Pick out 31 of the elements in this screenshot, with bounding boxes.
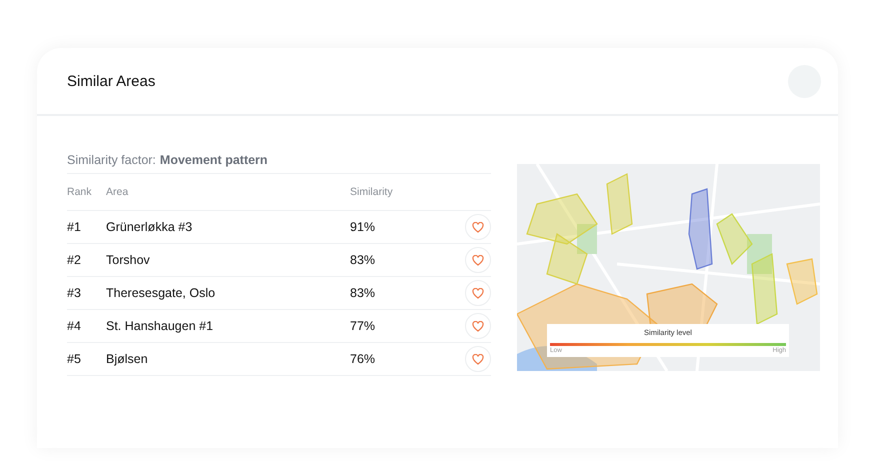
heart-icon bbox=[472, 254, 484, 266]
similarity-cell-text: 76% bbox=[350, 352, 376, 366]
similarity-cell-text: 83% bbox=[350, 253, 376, 267]
area-cell-text: St. Hanshaugen #1 bbox=[106, 319, 214, 333]
factor-label: Similarity factor: bbox=[67, 153, 156, 167]
similarity-cell-text: 77% bbox=[350, 319, 376, 333]
favorite-button[interactable] bbox=[465, 313, 491, 339]
area-cell-text: Bjølsen bbox=[106, 352, 149, 366]
similarity-cell-text: 91% bbox=[350, 220, 376, 234]
heart-icon bbox=[472, 354, 484, 364]
rank-cell-text: #3 bbox=[67, 286, 82, 300]
favorite-button[interactable] bbox=[465, 280, 491, 306]
similarity-cell-text: 83% bbox=[350, 286, 376, 300]
rank-cell-text: #1 bbox=[67, 220, 82, 234]
column-header: Similarity bbox=[350, 186, 394, 198]
favorite-button[interactable] bbox=[465, 214, 491, 240]
panel-title: Similar Areas bbox=[67, 72, 156, 90]
column-header: Rank bbox=[67, 186, 93, 198]
rank-cell-text: #5 bbox=[67, 352, 82, 366]
area-cell-text: Grünerløkka #3 bbox=[106, 220, 194, 234]
factor-value: Movement pattern bbox=[160, 153, 268, 167]
column-header: Area bbox=[106, 186, 130, 198]
heart-icon bbox=[472, 222, 484, 232]
area-cell-text: Theresesgate, Oslo bbox=[106, 286, 216, 300]
heart-icon bbox=[472, 320, 484, 332]
rank-cell-text: #4 bbox=[67, 319, 82, 333]
favorite-button[interactable] bbox=[465, 247, 491, 273]
rank-cell-text: #2 bbox=[67, 253, 82, 267]
area-cell-text: Torshov bbox=[106, 253, 151, 267]
favorite-button[interactable] bbox=[465, 346, 491, 372]
heart-icon bbox=[472, 288, 484, 298]
